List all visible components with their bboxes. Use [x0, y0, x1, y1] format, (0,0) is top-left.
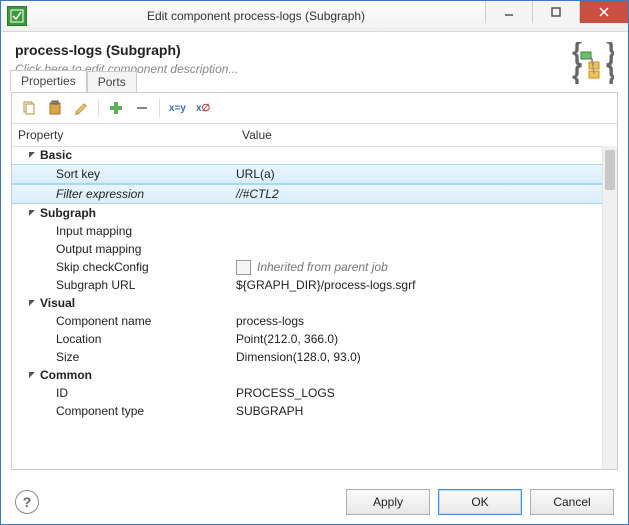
property-row[interactable]: ID PROCESS_LOGS — [12, 384, 603, 402]
property-row[interactable]: Input mapping — [12, 222, 603, 240]
vertical-scrollbar[interactable] — [602, 146, 617, 469]
tab-ports[interactable]: Ports — [87, 71, 137, 92]
expand-icon[interactable] — [26, 207, 38, 219]
edit-icon[interactable] — [70, 97, 92, 119]
expand-icon[interactable] — [26, 297, 38, 309]
table-header: Property Value — [12, 124, 617, 147]
add-icon[interactable] — [105, 97, 127, 119]
property-value[interactable]: process-logs — [232, 314, 603, 328]
maximize-button[interactable] — [532, 1, 579, 23]
property-value[interactable]: PROCESS_LOGS — [232, 386, 603, 400]
toolbar-separator — [98, 99, 99, 117]
group-label: Basic — [40, 148, 72, 162]
help-icon[interactable]: ? — [15, 490, 39, 514]
property-row[interactable]: Filter expression //#CTL2 — [12, 184, 603, 204]
property-label: Size — [56, 350, 79, 364]
property-label: Output mapping — [56, 242, 141, 256]
property-value[interactable]: Point(212.0, 366.0) — [232, 332, 603, 346]
clear-var-icon[interactable]: x∅ — [193, 97, 213, 119]
property-value[interactable]: ${GRAPH_DIR}/process-logs.sgrf — [232, 278, 603, 292]
remove-icon[interactable] — [131, 97, 153, 119]
paste-icon[interactable] — [44, 97, 66, 119]
property-row[interactable]: Skip checkConfig Inherited from parent jo… — [12, 258, 603, 276]
property-row[interactable]: Size Dimension(128.0, 93.0) — [12, 348, 603, 366]
window-controls — [485, 1, 628, 31]
column-value[interactable]: Value — [238, 124, 617, 146]
group-label: Subgraph — [40, 206, 96, 220]
apply-button[interactable]: Apply — [346, 489, 430, 515]
dialog-window: Edit component process-logs (Subgraph) p… — [0, 0, 629, 525]
checkbox-icon[interactable] — [236, 260, 251, 275]
properties-table: Property Value Basic Sort key URL(a) Filter… — [12, 123, 617, 469]
column-property[interactable]: Property — [12, 124, 238, 146]
titlebar: Edit component process-logs (Subgraph) — [1, 1, 628, 32]
properties-toolbar: x=y x∅ — [12, 93, 617, 123]
property-row[interactable]: Component type SUBGRAPH — [12, 402, 603, 420]
scroll-thumb[interactable] — [605, 150, 615, 190]
cancel-button[interactable]: Cancel — [530, 489, 614, 515]
tabstrip: Properties Ports — [10, 70, 618, 92]
group-label: Common — [40, 368, 92, 382]
property-label: Filter expression — [56, 187, 144, 201]
property-value[interactable]: URL(a) — [232, 167, 603, 181]
property-group[interactable]: Subgraph — [12, 204, 603, 222]
dialog-footer: ? Apply OK Cancel — [1, 480, 628, 524]
toolbar-separator — [159, 99, 160, 117]
expand-icon[interactable] — [26, 369, 38, 381]
property-label: ID — [56, 386, 68, 400]
property-value[interactable]: Dimension(128.0, 93.0) — [232, 350, 603, 364]
property-label: Component name — [56, 314, 151, 328]
property-group[interactable]: Basic — [12, 146, 603, 164]
close-button[interactable] — [579, 1, 628, 23]
expand-icon[interactable] — [26, 149, 38, 161]
app-icon — [7, 6, 27, 26]
property-label: Skip checkConfig — [56, 260, 149, 274]
property-row[interactable]: Subgraph URL ${GRAPH_DIR}/process-logs.sg… — [12, 276, 603, 294]
property-label: Input mapping — [56, 224, 132, 238]
property-label: Component type — [56, 404, 144, 418]
property-group[interactable]: Common — [12, 366, 603, 384]
tab-properties[interactable]: Properties — [10, 70, 87, 92]
component-title: process-logs (Subgraph) — [15, 42, 564, 58]
property-label: Sort key — [56, 167, 100, 181]
property-label: Subgraph URL — [56, 278, 135, 292]
tab-panel: x=y x∅ Property Value Basic Sort key URL(a… — [11, 92, 618, 470]
table-body: Basic Sort key URL(a) Filter expression //#C… — [12, 146, 603, 469]
minimize-button[interactable] — [485, 1, 532, 23]
property-row[interactable]: Output mapping — [12, 240, 603, 258]
group-label: Visual — [40, 296, 75, 310]
property-row[interactable]: Component name process-logs — [12, 312, 603, 330]
property-value[interactable]: SUBGRAPH — [232, 404, 603, 418]
copy-icon[interactable] — [18, 97, 40, 119]
property-label: Location — [56, 332, 101, 346]
ok-button[interactable]: OK — [438, 489, 522, 515]
window-title: Edit component process-logs (Subgraph) — [27, 9, 485, 23]
property-row[interactable]: Sort key URL(a) — [12, 164, 603, 184]
property-value[interactable]: //#CTL2 — [232, 187, 603, 201]
property-group[interactable]: Visual — [12, 294, 603, 312]
assign-var-icon[interactable]: x=y — [166, 97, 189, 119]
property-value[interactable]: Inherited from parent job — [232, 260, 603, 275]
property-row[interactable]: Location Point(212.0, 366.0) — [12, 330, 603, 348]
